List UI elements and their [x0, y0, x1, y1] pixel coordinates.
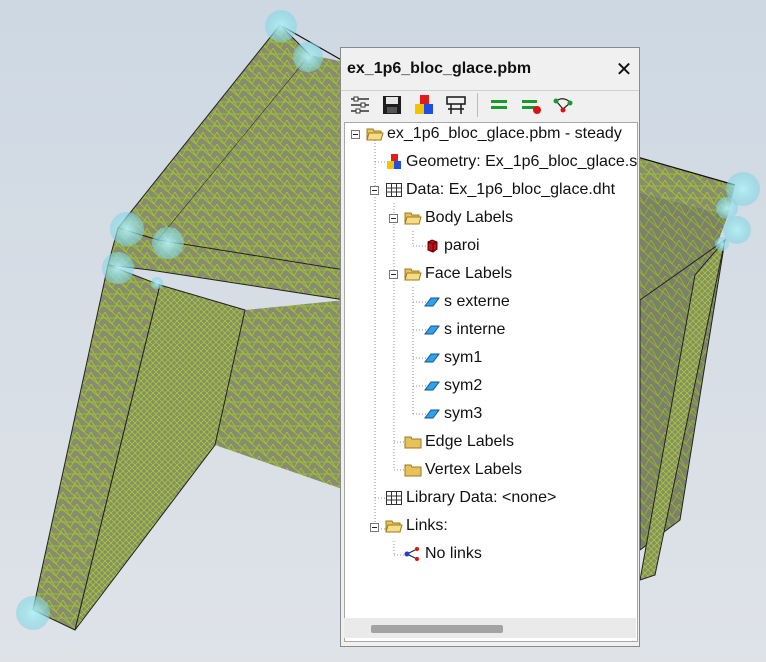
horizontal-scrollbar[interactable]: [344, 618, 636, 638]
tree-item-label: paroi: [444, 237, 480, 254]
tree-item-no-links[interactable]: No links: [404, 543, 482, 565]
tree-item-paroi[interactable]: paroi: [423, 235, 480, 257]
project-tree: ex_1p6_bloc_glace.pbm - steady Geometry:…: [344, 122, 638, 642]
equal-red-icon[interactable]: [518, 92, 544, 118]
panel-titlebar[interactable]: ex_1p6_bloc_glace.pbm ✕: [341, 48, 639, 91]
tree-item-face[interactable]: sym3: [423, 403, 482, 425]
face-icon: [423, 349, 441, 367]
tree-item-label: Library Data: <none>: [406, 489, 557, 506]
equal-green-icon[interactable]: [486, 92, 512, 118]
project-panel: ex_1p6_bloc_glace.pbm ✕ ex_1p6_bloc_glac…: [340, 47, 640, 647]
properties-icon[interactable]: [443, 92, 469, 118]
save-icon[interactable]: [379, 92, 405, 118]
tree-item-label: Edge Labels: [425, 433, 514, 450]
table-icon: [385, 181, 403, 199]
expander-links[interactable]: [370, 523, 379, 532]
tree-item-label: sym2: [444, 377, 483, 394]
panel-title: ex_1p6_bloc_glace.pbm: [347, 60, 532, 77]
tree-item-face-labels[interactable]: Face Labels: [404, 263, 512, 285]
face-icon: [423, 321, 441, 339]
tree-item-project[interactable]: ex_1p6_bloc_glace.pbm - steady: [366, 123, 622, 145]
toolbar-separator: [477, 93, 478, 117]
face-icon: [423, 293, 441, 311]
tree-item-label: Body Labels: [425, 209, 514, 226]
tree-item-label: ex_1p6_bloc_glace.pbm - steady: [387, 125, 622, 142]
expander-data[interactable]: [370, 186, 379, 195]
closed-folder-icon: [404, 461, 422, 479]
expander-face-labels[interactable]: [389, 270, 398, 279]
tree-item-label: Geometry: Ex_1p6_bloc_glace.stl: [406, 153, 638, 170]
tree-item-body-labels[interactable]: Body Labels: [404, 207, 513, 229]
panel-toolbar: [341, 90, 645, 120]
tree-item-library-data[interactable]: Library Data: <none>: [385, 487, 556, 509]
open-folder-icon: [404, 209, 422, 227]
tree-item-face[interactable]: sym1: [423, 347, 482, 369]
tree-item-label: s interne: [444, 321, 506, 338]
expander-root[interactable]: [351, 130, 360, 139]
tree-item-links[interactable]: Links:: [385, 515, 448, 537]
settings-sliders-icon[interactable]: [347, 92, 373, 118]
table-icon: [385, 489, 403, 507]
tree-item-label: sym1: [444, 349, 483, 366]
links-graph-icon[interactable]: [550, 92, 576, 118]
tree-item-data[interactable]: Data: Ex_1p6_bloc_glace.dht: [385, 179, 615, 201]
tree-item-label: s externe: [444, 293, 510, 310]
geometry-blocks-icon: [385, 153, 403, 171]
tree-item-vertex-labels[interactable]: Vertex Labels: [404, 459, 522, 481]
close-icon[interactable]: ✕: [609, 57, 639, 82]
tree-item-face[interactable]: s externe: [423, 291, 510, 313]
links-graph-icon: [404, 545, 422, 563]
tree-item-label: Links:: [406, 517, 448, 534]
red-cube-icon: [423, 237, 441, 255]
open-folder-icon: [385, 517, 403, 535]
tree-item-geometry[interactable]: Geometry: Ex_1p6_bloc_glace.stl: [385, 151, 638, 173]
face-icon: [423, 377, 441, 395]
geometry-blocks-icon[interactable]: [411, 92, 437, 118]
face-icon: [423, 405, 441, 423]
open-folder-icon: [404, 265, 422, 283]
tree-item-label: Data: Ex_1p6_bloc_glace.dht: [406, 181, 616, 198]
tree-item-label: sym3: [444, 405, 483, 422]
tree-item-label: Face Labels: [425, 265, 513, 282]
open-folder-icon: [366, 125, 384, 143]
expander-body-labels[interactable]: [389, 214, 398, 223]
scrollbar-thumb[interactable]: [371, 625, 503, 633]
tree-item-face[interactable]: s interne: [423, 319, 505, 341]
tree-item-edge-labels[interactable]: Edge Labels: [404, 431, 514, 453]
closed-folder-icon: [404, 433, 422, 451]
tree-item-label: Vertex Labels: [425, 461, 522, 478]
tree-item-label: No links: [425, 545, 482, 562]
tree-item-face[interactable]: sym2: [423, 375, 482, 397]
